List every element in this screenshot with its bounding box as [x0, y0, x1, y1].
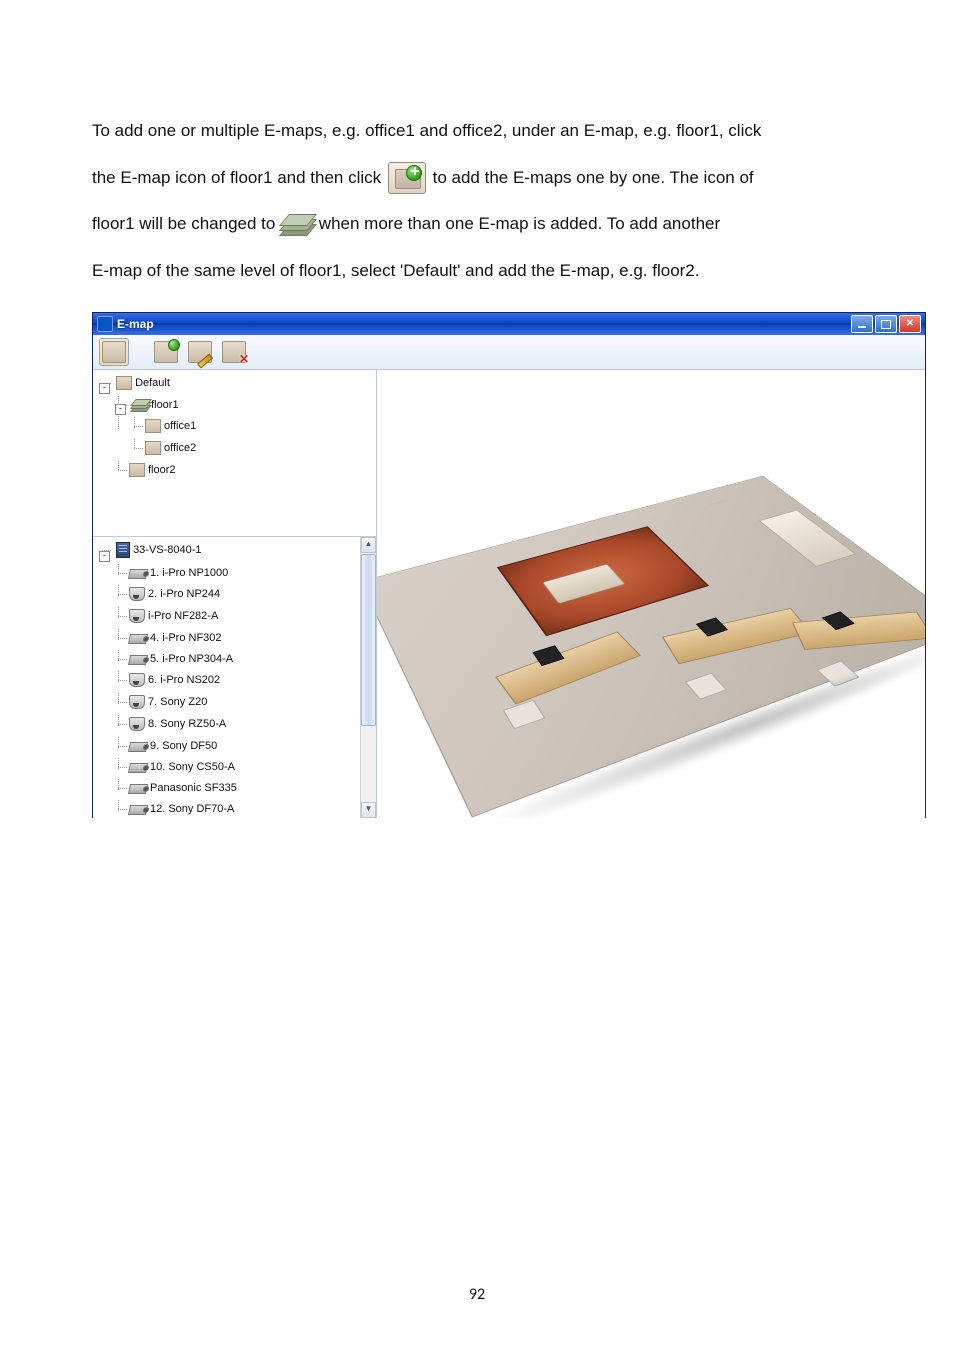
tree-label: i-Pro NF282-A	[148, 607, 218, 625]
p1b: the E-map icon of floor1 and then click	[92, 168, 386, 187]
tree-label: 1. i-Pro NP1000	[150, 564, 228, 582]
toolbar-open-map-button[interactable]	[99, 338, 129, 366]
expander[interactable]: -	[99, 551, 110, 562]
emap-toolbar	[93, 335, 925, 370]
map-viewport[interactable]	[377, 370, 925, 818]
camera-dome-icon	[129, 587, 145, 601]
map-icon	[102, 341, 126, 363]
tree-node-camera[interactable]: 4. i-Pro NF302	[129, 629, 222, 647]
tree-node-camera[interactable]: 5. i-Pro NP304-A	[129, 650, 233, 668]
tree-node-camera[interactable]: 10. Sony CS50-A	[129, 758, 235, 776]
tree-node-camera[interactable]: Panasonic SF335	[129, 779, 237, 797]
tree-label: 2. i-Pro NP244	[148, 585, 220, 603]
map-icon	[129, 463, 145, 477]
tree-node-office1[interactable]: office1	[145, 417, 196, 435]
doc-body: To add one or multiple E-maps, e.g. offi…	[92, 110, 862, 292]
tree-label: 9. Sony DF50	[150, 737, 217, 755]
camera-box-icon	[128, 763, 148, 773]
window-title: E-map	[117, 317, 154, 331]
window-minimize-button[interactable]	[851, 315, 873, 333]
app-icon	[97, 316, 113, 332]
tree-node-camera[interactable]: 9. Sony DF50	[129, 737, 217, 755]
camera-box-icon	[128, 634, 148, 644]
map-tree[interactable]: - Default - floor1	[93, 370, 376, 537]
camera-dome-icon	[129, 673, 145, 687]
page-number: 92	[0, 1285, 954, 1304]
window-maximize-button[interactable]	[875, 315, 897, 333]
tree-node-camera[interactable]: 6. i-Pro NS202	[129, 671, 220, 689]
tree-node-camera[interactable]: 8. Sony RZ50-A	[129, 715, 226, 733]
tree-node-camera[interactable]: 1. i-Pro NP1000	[129, 564, 228, 582]
tree-node-default[interactable]: Default	[116, 374, 170, 392]
toolbar-edit-map-button[interactable]	[185, 338, 215, 366]
p2a: floor1 will be changed to	[92, 214, 280, 233]
expander[interactable]: -	[115, 404, 126, 415]
camera-box-icon	[128, 742, 148, 752]
map-icon	[145, 419, 161, 433]
tree-label: floor1	[151, 396, 179, 414]
tree-node-floor1[interactable]: floor1	[132, 396, 179, 414]
tree-label: 33-VS-8040-1	[133, 541, 202, 559]
map-stack-icon	[132, 399, 148, 411]
tree-node-camera[interactable]: 12. Sony DF70-A	[129, 800, 234, 818]
map-icon	[145, 441, 161, 455]
window-close-button[interactable]	[899, 315, 921, 333]
camera-box-icon	[128, 569, 148, 579]
p1a: To add one or multiple E-maps, e.g. offi…	[92, 121, 761, 140]
toolbar-delete-map-button[interactable]	[219, 338, 249, 366]
tree-node-office2[interactable]: office2	[145, 439, 196, 457]
camera-dome-icon	[129, 717, 145, 731]
p3: E-map of the same level of floor1, selec…	[92, 261, 699, 280]
expander[interactable]: -	[99, 383, 110, 394]
tree-label: 4. i-Pro NF302	[150, 629, 222, 647]
add-map-icon	[388, 162, 426, 194]
toolbar-add-map-button[interactable]	[151, 338, 181, 366]
server-icon	[116, 542, 130, 558]
tree-label: Panasonic SF335	[150, 779, 237, 797]
scroll-down-button[interactable]: ▼	[361, 802, 376, 818]
emap-window: E-map	[92, 312, 926, 818]
tree-label: floor2	[148, 461, 176, 479]
map-icon	[116, 376, 132, 390]
tree-label: 7. Sony Z20	[148, 693, 207, 711]
tree-node-server[interactable]: 33-VS-8040-1	[116, 541, 202, 559]
tree-node-camera[interactable]: i-Pro NF282-A	[129, 607, 218, 625]
tree-label: 5. i-Pro NP304-A	[150, 650, 233, 668]
tree-node-camera[interactable]: 7. Sony Z20	[129, 693, 207, 711]
p1c: to add the E-maps one by one. The icon o…	[433, 168, 754, 187]
window-titlebar[interactable]: E-map	[93, 313, 925, 335]
tree-node-floor2[interactable]: floor2	[129, 461, 176, 479]
p2b: when more than one E-map is added. To ad…	[319, 214, 720, 233]
map-add-icon	[154, 341, 178, 363]
device-tree[interactable]: - 33-VS-8040-1 1. i-Pro NP1000 2. i-Pro N…	[93, 537, 376, 818]
map-edit-icon	[188, 341, 212, 363]
tree-label: 12. Sony DF70-A	[150, 800, 234, 818]
tree-label: office1	[164, 417, 196, 435]
camera-box-icon	[128, 805, 148, 815]
tree-label: 10. Sony CS50-A	[150, 758, 235, 776]
map-stack-icon	[282, 212, 312, 238]
scroll-thumb[interactable]	[361, 554, 376, 726]
tree-node-camera[interactable]: 2. i-Pro NP244	[129, 585, 220, 603]
camera-box-icon	[128, 784, 148, 794]
tree-label: office2	[164, 439, 196, 457]
tree-label: 6. i-Pro NS202	[148, 671, 220, 689]
map-delete-icon	[222, 341, 246, 363]
tree-label: 8. Sony RZ50-A	[148, 715, 226, 733]
camera-box-icon	[128, 655, 148, 665]
scroll-up-button[interactable]: ▲	[361, 537, 376, 553]
camera-dome-icon	[129, 609, 145, 623]
scrollbar[interactable]: ▲ ▼	[360, 537, 376, 818]
tree-label: Default	[135, 374, 170, 392]
camera-dome-icon	[129, 695, 145, 709]
